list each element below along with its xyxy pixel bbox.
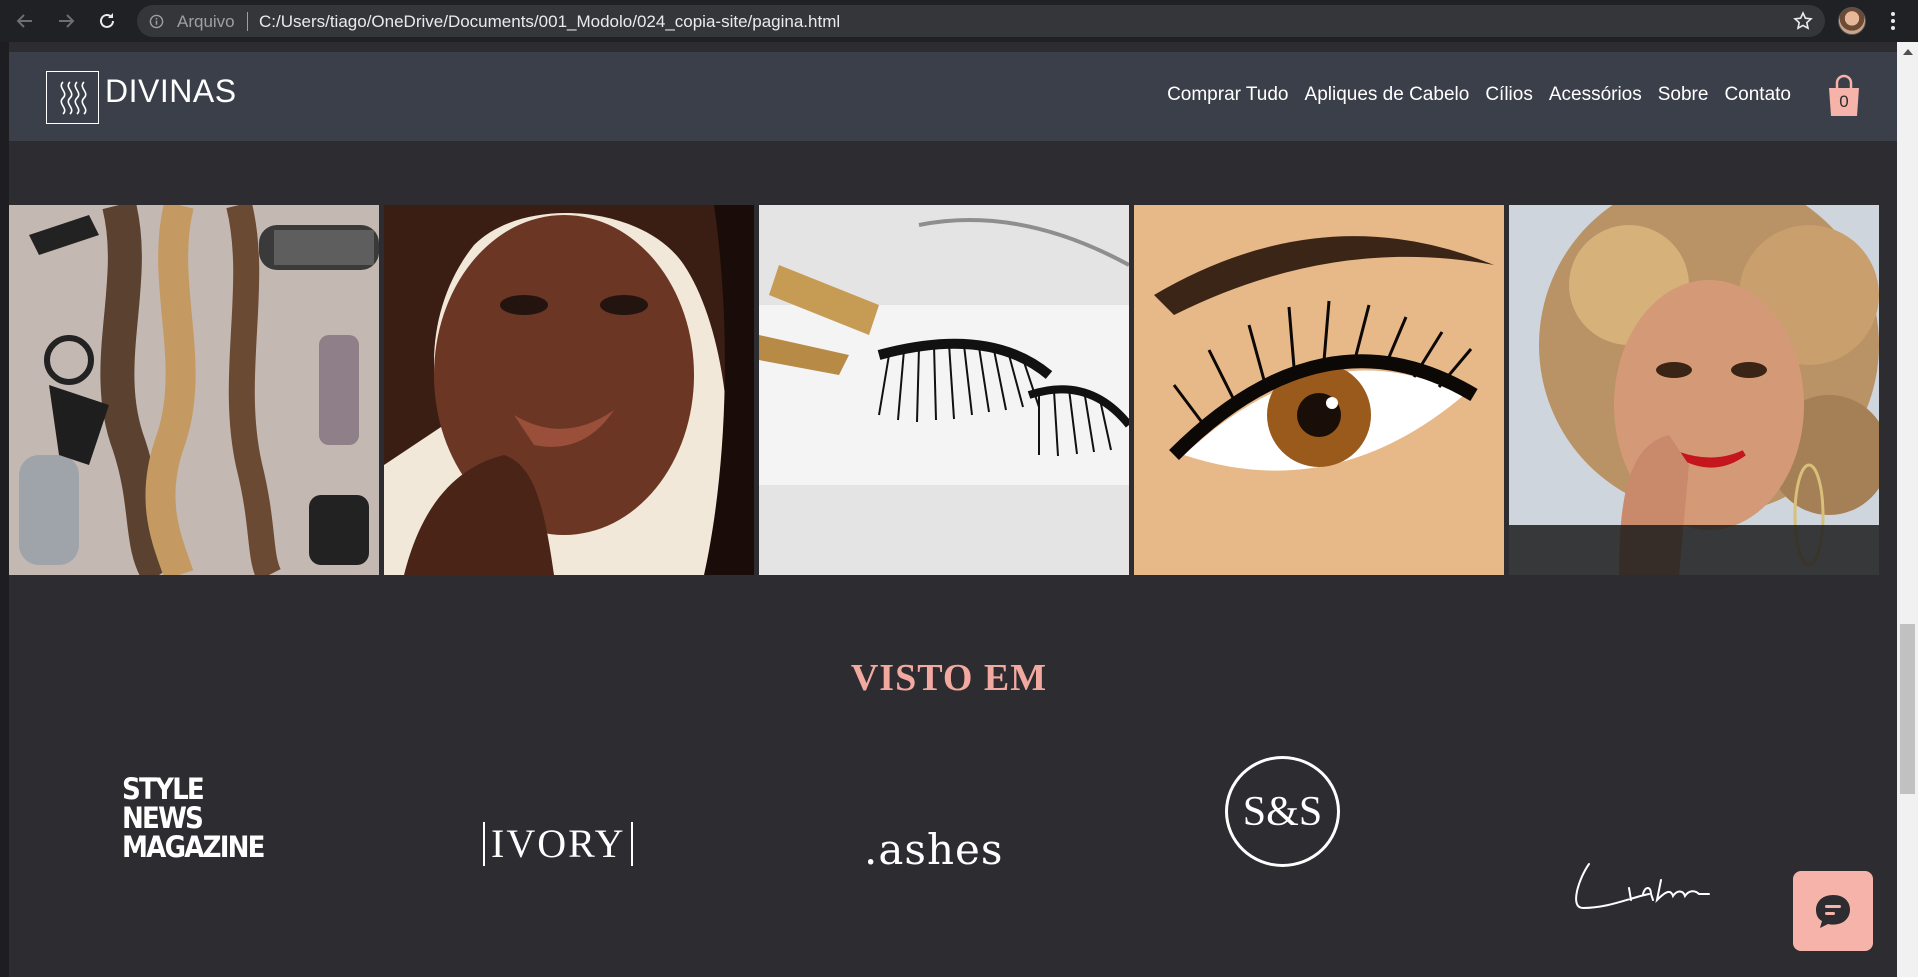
gallery-image-curly-woman[interactable] xyxy=(1509,205,1879,575)
nav-acessorios[interactable]: Acessórios xyxy=(1549,84,1642,106)
logo-style-line-2: NEWS xyxy=(122,801,204,835)
section-title-visto-em: VISTO EM xyxy=(850,657,1048,699)
reload-icon xyxy=(100,13,114,28)
left-edge xyxy=(0,42,9,977)
address-url[interactable]: C:/Users/tiago/OneDrive/Documents/001_Mo… xyxy=(259,12,840,32)
browser-menu-icon[interactable] xyxy=(1883,8,1903,34)
address-bar[interactable]: Arquivo C:/Users/tiago/OneDrive/Document… xyxy=(137,5,1825,37)
nav-comprar-tudo[interactable]: Comprar Tudo xyxy=(1167,84,1288,106)
back-button[interactable] xyxy=(10,6,40,36)
chat-bubble-icon xyxy=(1816,895,1850,928)
arrow-left-icon xyxy=(16,14,32,28)
vertical-scrollbar[interactable] xyxy=(1897,42,1918,977)
logo-lashes[interactable]: .ashes xyxy=(864,825,1003,874)
logo-style-line-3: MAGAZINE xyxy=(122,830,266,864)
nav-sobre[interactable]: Sobre xyxy=(1658,84,1709,106)
site-header: DIVINAS Comprar Tudo Apliques de Cabelo … xyxy=(9,52,1897,141)
logo-style-news-magazine[interactable]: STYLE NEWS MAGAZINE xyxy=(122,772,266,864)
logo-s-and-s[interactable]: S&S xyxy=(1225,756,1340,867)
logo-waves-icon[interactable] xyxy=(46,71,99,124)
gallery-image-hair-braids[interactable] xyxy=(9,205,379,575)
profile-avatar[interactable] xyxy=(1838,7,1866,35)
cart-count: 0 xyxy=(1839,92,1849,111)
image-gallery xyxy=(9,205,1881,575)
address-separator xyxy=(247,12,248,31)
info-icon xyxy=(149,14,164,29)
logo-ivory[interactable]: IVORY xyxy=(483,822,634,866)
brand-name[interactable]: DIVINAS xyxy=(105,73,237,110)
scroll-up-arrow[interactable] xyxy=(1897,42,1918,59)
star-icon[interactable] xyxy=(1793,11,1813,31)
nav-cilios[interactable]: Cílios xyxy=(1485,84,1533,106)
forward-button[interactable] xyxy=(51,6,81,36)
main-nav: Comprar Tudo Apliques de Cabelo Cílios A… xyxy=(1167,84,1791,106)
logo-s-and-s-text: S&S xyxy=(1242,788,1323,835)
reload-button[interactable] xyxy=(92,6,122,36)
address-scheme: Arquivo xyxy=(177,12,235,31)
browser-toolbar: Arquivo C:/Users/tiago/OneDrive/Document… xyxy=(0,0,1918,42)
logo-style-line-1: STYLE xyxy=(122,772,205,806)
logo-linda[interactable] xyxy=(1569,858,1729,919)
nav-apliques-de-cabelo[interactable]: Apliques de Cabelo xyxy=(1305,84,1470,106)
gallery-image-false-lashes[interactable] xyxy=(759,205,1129,575)
nav-contato[interactable]: Contato xyxy=(1724,84,1791,106)
gallery-image-woman-bronze[interactable] xyxy=(384,205,754,575)
chat-button[interactable] xyxy=(1793,871,1873,951)
cart-button[interactable]: 0 xyxy=(1826,74,1866,120)
gallery-image-eye-closeup[interactable] xyxy=(1134,205,1504,575)
arrow-right-icon xyxy=(59,14,75,28)
scroll-thumb[interactable] xyxy=(1900,624,1915,794)
